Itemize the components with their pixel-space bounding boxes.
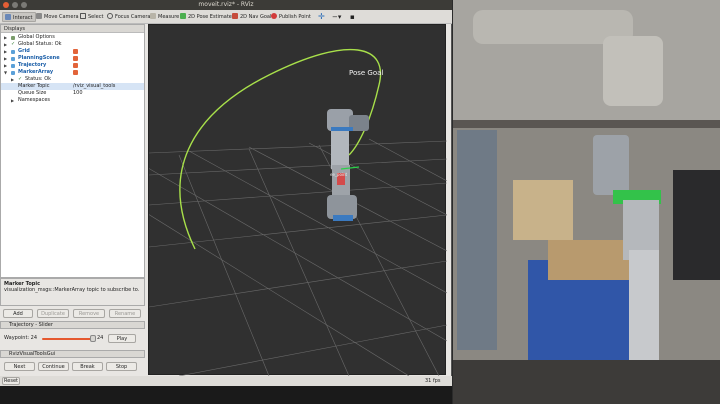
- camera-feed: [453, 0, 720, 404]
- status-bar: Reset 31 fps: [0, 376, 452, 386]
- visual-tools-gui-header: RvizVisualToolsGui: [0, 350, 145, 358]
- pose-goal-label: Pose Goal: [349, 69, 384, 77]
- stop-button[interactable]: Stop: [106, 362, 137, 371]
- trajectory-slider-header: Trajectory - Slider: [0, 321, 145, 329]
- toolbar: Interact Move Camera Select Focus Camera…: [0, 10, 452, 24]
- nav-goal-icon: [232, 13, 238, 19]
- measure-button[interactable]: Measure: [148, 12, 181, 22]
- interact-icon: [5, 14, 11, 20]
- tree-item-grid[interactable]: ▶ Grid: [1, 48, 144, 55]
- tool-properties-icon[interactable]: ▪: [348, 12, 357, 22]
- tree-item-planning-scene[interactable]: ▶ PlanningScene: [1, 55, 144, 62]
- focus-camera-icon: [107, 13, 113, 19]
- planning-scene-enabled-checkbox[interactable]: [73, 56, 78, 61]
- expand-arrow-icon[interactable]: ▶: [4, 41, 7, 48]
- expand-arrow-icon[interactable]: ▶: [11, 76, 14, 83]
- description-text: visualization_msgs::MarkerArray topic to…: [4, 287, 140, 293]
- waypoint-label: Waypoint: 24: [4, 335, 38, 341]
- pose-estimate-icon: [180, 13, 186, 19]
- end-effector-label: ee_point: [330, 172, 348, 177]
- checkmark-icon: ✓: [11, 41, 16, 47]
- planning-scene-icon: [11, 56, 15, 61]
- nav-goal-button[interactable]: 2D Nav Goal: [230, 12, 273, 22]
- break-button[interactable]: Break: [72, 362, 103, 371]
- desktop-strip: [0, 386, 452, 404]
- rviz-window: moveit.rviz* - RViz Interact Move Camera…: [0, 0, 452, 404]
- remove-tool-icon[interactable]: −▾: [330, 12, 343, 22]
- publish-point-button[interactable]: Publish Point: [269, 12, 313, 22]
- tree-item-status[interactable]: ▶ ✓ Status: Ok: [1, 76, 144, 83]
- add-tool-icon[interactable]: ✛: [316, 12, 327, 22]
- tree-item-global-status[interactable]: ▶ ✓ Global Status: Ok: [1, 41, 144, 48]
- display-buttons: Add Duplicate Remove Rename: [0, 307, 145, 319]
- expand-arrow-icon[interactable]: ▶: [11, 97, 14, 104]
- move-camera-icon: [36, 13, 42, 19]
- focus-camera-button[interactable]: Focus Camera: [105, 12, 153, 22]
- marker-array-icon: [11, 70, 15, 75]
- remove-button[interactable]: Remove: [73, 309, 105, 318]
- window-title: moveit.rviz* - RViz: [198, 1, 254, 8]
- screen: moveit.rviz* - RViz Interact Move Camera…: [0, 0, 720, 404]
- marker-topic-value[interactable]: /rviz_visual_tools: [73, 83, 115, 90]
- publish-point-icon: [271, 13, 277, 19]
- queue-size-value[interactable]: 100: [73, 90, 83, 97]
- tree-item-global-options[interactable]: ▶ Global Options: [1, 34, 144, 41]
- trajectory-slider-panel: Waypoint: 24 24 Play: [0, 330, 145, 348]
- grid-enabled-checkbox[interactable]: [73, 49, 78, 54]
- tree-item-marker-array[interactable]: ▼ MarkerArray: [1, 69, 144, 76]
- pose-estimate-button[interactable]: 2D Pose Estimate: [178, 12, 234, 22]
- 3d-viewport[interactable]: Pose Goal ee_point: [68, 24, 448, 377]
- reset-button[interactable]: Reset: [2, 377, 20, 385]
- ground-grid: [68, 138, 448, 377]
- next-button[interactable]: Next: [4, 362, 35, 371]
- expand-arrow-icon[interactable]: ▶: [4, 48, 7, 55]
- waypoint-slider-handle[interactable]: [90, 335, 96, 342]
- duplicate-button[interactable]: Duplicate: [37, 309, 69, 318]
- add-button[interactable]: Add: [3, 309, 33, 318]
- move-camera-button[interactable]: Move Camera: [34, 12, 81, 22]
- checkmark-icon: ✓: [18, 76, 23, 82]
- interact-button[interactable]: Interact: [2, 12, 36, 22]
- collapse-arrow-icon[interactable]: ▼: [4, 69, 7, 76]
- rename-button[interactable]: Rename: [109, 309, 141, 318]
- settings-icon: [11, 35, 15, 40]
- trajectory-enabled-checkbox[interactable]: [73, 63, 78, 68]
- marker-array-enabled-checkbox[interactable]: [73, 70, 78, 75]
- scene-render: [68, 48, 448, 377]
- select-icon: [80, 13, 86, 19]
- expand-arrow-icon[interactable]: ▶: [4, 62, 7, 69]
- tree-item-marker-topic[interactable]: Marker Topic /rviz_visual_tools: [1, 83, 144, 90]
- robot-arm-model: [327, 109, 369, 221]
- fps-indicator: 31 fps: [425, 378, 441, 384]
- tree-item-queue-size[interactable]: Queue Size 100: [1, 90, 144, 97]
- waypoint-value: 24: [97, 335, 104, 341]
- trajectory-icon: [11, 63, 15, 68]
- measure-icon: [150, 13, 156, 19]
- play-button[interactable]: Play: [108, 334, 136, 343]
- expand-arrow-icon[interactable]: ▶: [4, 55, 7, 62]
- expand-arrow-icon[interactable]: ▶: [4, 34, 7, 41]
- tree-item-trajectory[interactable]: ▶ Trajectory: [1, 62, 144, 69]
- title-bar: moveit.rviz* - RViz: [0, 0, 452, 10]
- continue-button[interactable]: Continue: [38, 362, 69, 371]
- property-description: Marker Topic visualization_msgs::MarkerA…: [0, 278, 145, 306]
- displays-header: Displays: [1, 25, 144, 33]
- displays-panel: Displays ▶ Global Options ▶ ✓ Global Sta…: [0, 24, 145, 278]
- waypoint-slider-track[interactable]: [42, 338, 94, 340]
- tree-item-namespaces[interactable]: ▶ Namespaces: [1, 97, 144, 104]
- grid-icon: [11, 49, 15, 54]
- lab-photo: [453, 0, 720, 404]
- select-button[interactable]: Select: [78, 12, 105, 22]
